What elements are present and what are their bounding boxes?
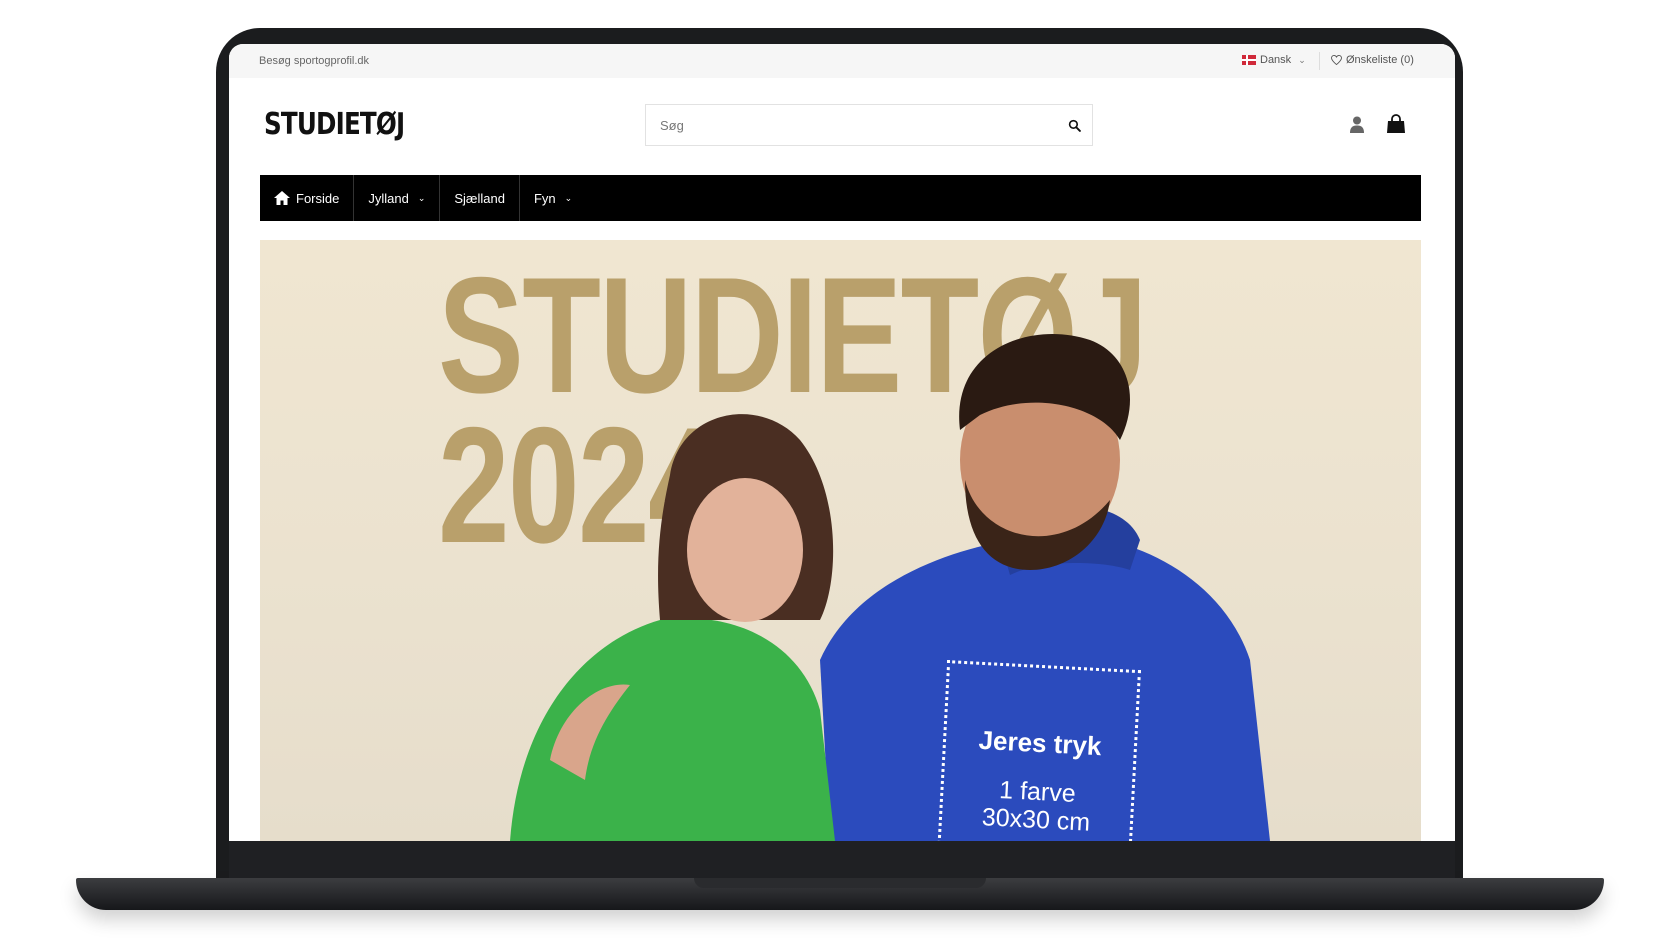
chevron-down-icon: ⌄ <box>417 192 426 203</box>
main-navigation: Forside Jylland ⌄ Sjælland Fyn ⌄ <box>260 175 1421 221</box>
site-logo[interactable]: STUDIETØJ <box>264 107 405 142</box>
nav-item-forside[interactable]: Forside <box>260 175 355 221</box>
search-input[interactable] <box>646 105 1056 145</box>
browser-screen: Besøg sportogprofil.dk Dansk ⌄ Ønskelist… <box>229 44 1455 841</box>
search-icon <box>1068 119 1081 132</box>
search-bar <box>645 104 1093 146</box>
visit-link[interactable]: Besøg sportogprofil.dk <box>259 55 369 67</box>
nav-label: Fyn <box>533 190 556 206</box>
topbar-divider <box>1319 52 1320 70</box>
shopping-bag-icon <box>1387 114 1405 133</box>
user-icon <box>1350 116 1364 133</box>
nav-item-fyn[interactable]: Fyn ⌄ <box>520 175 586 221</box>
wishlist-label: Ønskeliste (0) <box>1346 54 1414 66</box>
nav-item-sjaelland[interactable]: Sjælland <box>440 175 520 221</box>
chevron-down-icon: ⌄ <box>1298 54 1306 65</box>
print-title: Jeres tryk <box>977 724 1103 762</box>
laptop-notch <box>694 878 986 888</box>
heart-icon <box>1331 55 1342 65</box>
hero-banner[interactable]: STUDIETØJ 2024 Jeres tryk 1 farve 30x30 … <box>260 240 1421 841</box>
screen-bezel-bottom <box>229 841 1455 878</box>
nav-item-jylland[interactable]: Jylland ⌄ <box>354 175 441 221</box>
account-button[interactable] <box>1350 116 1364 138</box>
language-label: Dansk <box>1260 54 1292 66</box>
denmark-flag-icon <box>1242 55 1256 65</box>
print-area-box: Jeres tryk 1 farve 30x30 cm <box>937 660 1141 841</box>
search-button[interactable] <box>1056 105 1092 145</box>
nav-label: Forside <box>296 190 340 206</box>
nav-label: Sjælland <box>454 190 505 206</box>
language-selector[interactable]: Dansk ⌄ <box>1242 54 1306 66</box>
cart-button[interactable] <box>1386 114 1406 139</box>
chevron-down-icon: ⌄ <box>564 192 573 203</box>
home-icon <box>274 191 290 205</box>
nav-label: Jylland <box>368 190 409 206</box>
top-utility-bar: Besøg sportogprofil.dk Dansk ⌄ Ønskelist… <box>229 44 1455 78</box>
wishlist-link[interactable]: Ønskeliste (0) <box>1331 54 1414 66</box>
hero-people-illustration <box>510 334 1270 841</box>
